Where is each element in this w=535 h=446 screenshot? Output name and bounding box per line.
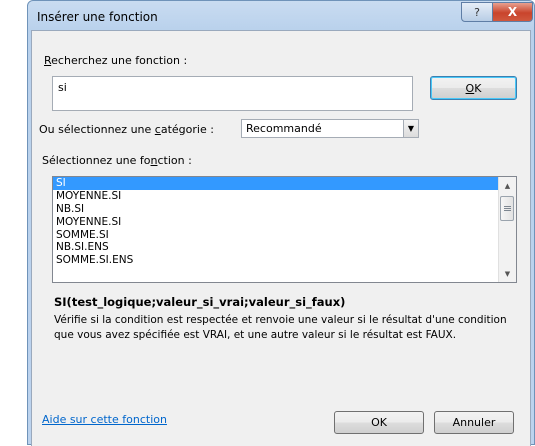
scroll-down-arrow-icon[interactable]: ▼ bbox=[499, 265, 516, 282]
ok-button[interactable]: OK bbox=[334, 411, 424, 434]
dropdown-button[interactable]: ▼ bbox=[403, 120, 418, 137]
category-label: Ou sélectionnez une catégorie : bbox=[39, 123, 214, 136]
dialog-window: Insérer une fonction ? X Recherchez une … bbox=[27, 0, 535, 446]
thumb-grip-line bbox=[504, 208, 511, 209]
function-list-label-accesskey: n bbox=[150, 154, 158, 167]
cancel-button[interactable]: Annuler bbox=[434, 411, 514, 434]
help-button[interactable]: ? bbox=[461, 2, 493, 22]
category-select[interactable]: Recommandé ▼ bbox=[241, 119, 419, 138]
search-label: Recherchez une fonction : bbox=[44, 54, 188, 67]
thumb-grip-line bbox=[504, 206, 511, 207]
search-input-value: si bbox=[58, 81, 67, 94]
function-description: Vérifie si la condition est respectée et… bbox=[54, 314, 507, 341]
dialog-content: Recherchez une fonction : si OK Ou sélec… bbox=[31, 30, 531, 446]
help-on-function-link[interactable]: Aide sur cette fonction bbox=[42, 413, 167, 426]
function-list-item[interactable]: SOMME.SI bbox=[53, 229, 516, 242]
chevron-down-icon: ▼ bbox=[407, 124, 415, 133]
close-button[interactable]: X bbox=[492, 2, 533, 22]
question-mark-icon: ? bbox=[474, 5, 480, 19]
function-list-item[interactable]: NB.SI bbox=[53, 203, 516, 216]
search-input[interactable]: si bbox=[52, 76, 413, 111]
category-selected-value: Recommandé bbox=[246, 122, 322, 135]
function-list-item[interactable]: MOYENNE.SI bbox=[53, 190, 516, 203]
thumb-grip-line bbox=[504, 210, 511, 211]
search-ok-button[interactable]: OK bbox=[430, 76, 517, 100]
function-list-item[interactable]: SI bbox=[53, 177, 516, 190]
scroll-thumb[interactable] bbox=[500, 196, 514, 221]
function-list-item[interactable]: SOMME.SI.ENS bbox=[53, 254, 516, 267]
dialog-title: Insérer une fonction bbox=[37, 10, 158, 24]
function-list-items: SI MOYENNE.SI NB.SI MOYENNE.SI SOMME.SI NB.SI… bbox=[53, 177, 516, 267]
close-icon: X bbox=[507, 5, 518, 19]
function-syntax: SI(test_logique;valeur_si_vrai;valeur_si… bbox=[54, 295, 346, 309]
function-list-item[interactable]: MOYENNE.SI bbox=[53, 216, 516, 229]
vertical-scrollbar[interactable]: ▲ ▼ bbox=[498, 177, 516, 282]
function-listbox[interactable]: SI MOYENNE.SI NB.SI MOYENNE.SI SOMME.SI NB.SI… bbox=[52, 176, 517, 283]
scroll-up-arrow-icon[interactable]: ▲ bbox=[499, 177, 516, 194]
function-list-label: Sélectionnez une fonction : bbox=[42, 154, 192, 167]
function-list-item[interactable]: NB.SI.ENS bbox=[53, 241, 516, 254]
